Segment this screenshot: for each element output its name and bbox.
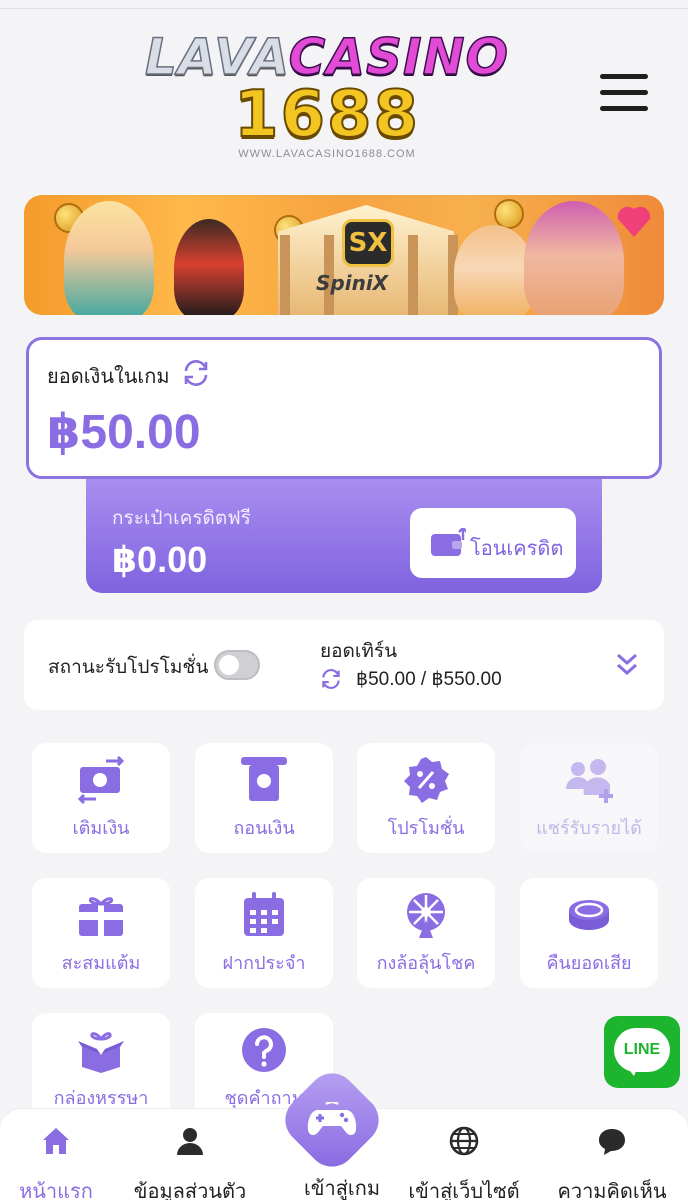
nav-profile[interactable]: ข้อมูลส่วนตัว xyxy=(120,1117,260,1200)
promo-banner[interactable]: SX SpiniX xyxy=(24,195,664,315)
mystery-box-icon xyxy=(78,1032,124,1073)
free-credit-wallet: กระเป๋าเครดิตฟรี ฿0.00 โอนเครดิต xyxy=(86,479,602,593)
wheel-icon xyxy=(407,893,445,938)
nav-profile-label: ข้อมูลส่วนตัว xyxy=(133,1181,247,1200)
chat-bubble-icon xyxy=(599,1129,625,1155)
user-icon xyxy=(177,1128,203,1155)
deposit-icon xyxy=(77,755,125,805)
nav-feedback-label: ความคิดเห็น xyxy=(557,1181,667,1200)
menu-tile-withdraw[interactable]: ถอนเงิน xyxy=(195,743,333,853)
promo-toggle[interactable] xyxy=(214,650,260,680)
nav-play-label: เข้าสู่เกม xyxy=(303,1178,381,1200)
spinix-brand-text: SpiniX xyxy=(316,271,389,295)
nav-home[interactable]: หน้าแรก xyxy=(0,1117,126,1200)
character-illustration xyxy=(174,219,244,315)
menu-tile-label: ฝากประจำ xyxy=(222,953,306,973)
nav-website-label: เข้าสู่เว็บไซต์ xyxy=(408,1181,520,1200)
header: LAVACASINO 1688 WWW.LAVACASINO1688.COM xyxy=(0,22,688,172)
menu-tile-promotion[interactable]: โปรโมชั่น xyxy=(357,743,495,853)
transfer-credit-button[interactable]: โอนเครดิต xyxy=(410,508,576,578)
free-credit-label: กระเป๋าเครดิตฟรี xyxy=(112,508,251,529)
refresh-icon[interactable] xyxy=(318,666,344,692)
nav-home-label: หน้าแรก xyxy=(19,1181,93,1200)
character-illustration xyxy=(64,201,154,315)
question-icon xyxy=(242,1028,286,1072)
spinix-logo: SX xyxy=(342,219,394,267)
top-divider xyxy=(0,8,688,9)
withdraw-icon xyxy=(241,757,287,801)
menu-tile-label: แชร์รับรายได้ xyxy=(536,818,642,838)
refresh-icon[interactable] xyxy=(179,356,213,390)
nav-feedback[interactable]: ความคิดเห็น xyxy=(542,1117,682,1200)
transfer-credit-label: โอนเครดิต xyxy=(470,538,564,560)
nav-website[interactable]: เข้าสู่เว็บไซต์ xyxy=(394,1117,534,1200)
game-balance-card: ยอดเงินในเกม ฿50.00 xyxy=(26,337,662,479)
menu-tile-label: สะสมแต้ม xyxy=(61,953,141,973)
site-logo[interactable]: LAVACASINO 1688 WWW.LAVACASINO1688.COM xyxy=(112,29,542,166)
character-illustration xyxy=(524,201,624,315)
line-icon: LINE xyxy=(614,1028,670,1072)
chevron-double-down-icon[interactable] xyxy=(612,650,642,680)
menu-tile-points[interactable]: สะสมแต้ม xyxy=(32,878,170,988)
hamburger-menu-icon[interactable] xyxy=(600,74,648,114)
home-icon xyxy=(43,1128,69,1154)
menu-tile-affiliate[interactable]: แชร์รับรายได้ xyxy=(520,743,658,853)
menu-tile-label: กงล้อลุ้นโชค xyxy=(376,953,476,973)
logo-url: WWW.LAVACASINO1688.COM xyxy=(238,148,416,160)
balance-label: ยอดเงินในเกม xyxy=(47,366,170,388)
play-game-button[interactable] xyxy=(275,1063,389,1177)
menu-tile-label: ถอนเงิน xyxy=(233,818,295,838)
logo-number: 1688 xyxy=(233,78,421,152)
menu-tile-mystery-box[interactable]: กล่องหรรษา xyxy=(32,1013,170,1123)
promo-status-label: สถานะรับโปรโมชั่น xyxy=(48,657,209,678)
menu-tile-label: เติมเงิน xyxy=(72,818,130,838)
turnover-value: ฿50.00 / ฿550.00 xyxy=(356,669,502,690)
menu-tile-lucky-wheel[interactable]: กงล้อลุ้นโชค xyxy=(357,878,495,988)
menu-tile-label: โปรโมชั่น xyxy=(387,818,465,838)
turnover-label: ยอดเทิร์น xyxy=(320,641,398,662)
line-chat-button[interactable]: LINE xyxy=(604,1016,680,1088)
coin-cashback-icon xyxy=(569,900,609,930)
affiliate-icon xyxy=(566,759,613,803)
character-illustration xyxy=(454,225,534,315)
menu-tile-label: คืนยอดเสีย xyxy=(546,953,632,973)
menu-tile-fixed-deposit[interactable]: ฝากประจำ xyxy=(195,878,333,988)
gift-points-icon xyxy=(79,897,123,936)
wallet-transfer-icon xyxy=(431,528,466,556)
promotion-icon xyxy=(404,757,449,803)
calendar-icon xyxy=(244,892,284,936)
gamepad-icon xyxy=(307,1102,357,1136)
balance-amount: ฿50.00 xyxy=(47,406,201,459)
menu-tile-deposit[interactable]: เติมเงิน xyxy=(32,743,170,853)
heart-icon xyxy=(617,206,651,237)
globe-icon xyxy=(449,1126,479,1156)
promotion-status-panel: สถานะรับโปรโมชั่น ยอดเทิร์น ฿50.00 / ฿55… xyxy=(24,620,664,710)
free-credit-amount: ฿0.00 xyxy=(112,539,208,580)
menu-tile-cashback[interactable]: คืนยอดเสีย xyxy=(520,878,658,988)
